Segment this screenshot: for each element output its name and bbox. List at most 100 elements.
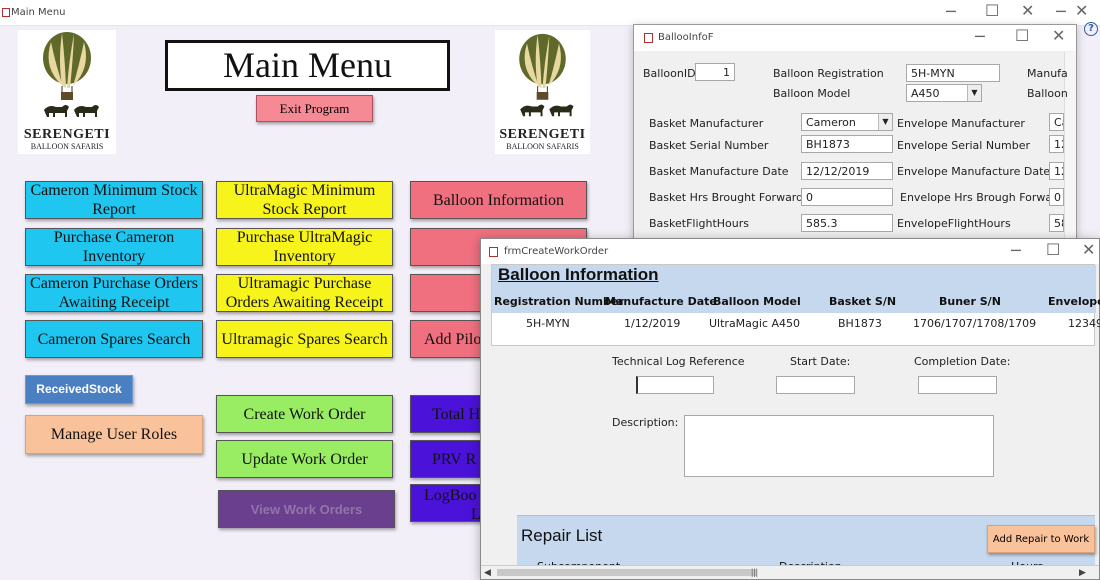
description-textarea[interactable] <box>684 415 994 477</box>
cameron-min-stock-button[interactable]: Cameron Minimum Stock Report <box>25 181 203 219</box>
balloon-label: Balloon <box>1027 87 1068 100</box>
repair-list-section: Repair List Add Repair to Work Subcompon… <box>517 515 1095 573</box>
basket-mfr-select[interactable]: Cameron ▼ <box>801 113 893 131</box>
logo-brand-text: SERENGETI <box>23 127 111 142</box>
basket-mfr-label: Basket Manufacturer <box>649 117 764 130</box>
create-work-order-window: frmCreateWorkOrder ─ ☐ ✕ Balloon Informa… <box>480 238 1100 580</box>
add-pilot-button-label: Add Pilo <box>424 330 482 348</box>
scroll-thumb[interactable] <box>497 569 757 576</box>
maximize-icon[interactable]: ☐ <box>1015 28 1029 44</box>
cell-registration: 5H-MYN <box>526 317 570 330</box>
ribbon-close-icon[interactable]: ✕ <box>1075 3 1088 19</box>
form-icon <box>644 33 653 43</box>
col-basket-sn: Basket S/N <box>829 295 897 308</box>
logo-brand-text: SERENGETI <box>499 127 586 142</box>
minimize-icon[interactable]: ─ <box>946 4 956 20</box>
prv-button-label: PRV R <box>432 450 477 468</box>
close-icon[interactable]: ✕ <box>1082 242 1095 258</box>
env-serial-field[interactable]: 12 <box>1049 135 1064 153</box>
cell-balloon-model: UltraMagic A450 <box>709 317 801 330</box>
col-burner-sn: Buner S/N <box>939 295 1001 308</box>
view-work-orders-button[interactable]: View Work Orders <box>218 490 395 528</box>
um-spares-button[interactable]: Ultramagic Spares Search <box>216 320 393 358</box>
start-date-label: Start Date: <box>790 355 851 368</box>
purchase-um-button[interactable]: Purchase UltraMagic Inventory <box>216 228 393 266</box>
balloon-info-section-title: Balloon Information <box>498 265 659 284</box>
col-envelope: Envelope <box>1048 295 1100 308</box>
cell-envelope: 12349 <box>1068 317 1100 330</box>
work-order-title: frmCreateWorkOrder <box>504 246 609 257</box>
chevron-down-icon[interactable]: ▼ <box>878 114 892 130</box>
tech-log-label: Technical Log Reference <box>612 355 745 368</box>
total-hours-button-label: Total H <box>432 405 481 423</box>
col-balloon-model: Balloon Model <box>713 295 801 308</box>
left-logo: SERENGETI BALLOON SAFARIS <box>18 30 116 154</box>
work-order-hscroll[interactable]: ◀ ||| ▶ <box>481 565 1099 579</box>
help-icon[interactable]: ? <box>1084 22 1098 36</box>
model-label: Balloon Model <box>773 87 851 100</box>
minimize-icon[interactable]: ─ <box>1011 243 1021 259</box>
app-form-icon <box>2 8 10 17</box>
basket-date-field[interactable]: 12/12/2019 <box>801 162 893 180</box>
tech-log-input[interactable] <box>636 376 714 394</box>
basket-date-label: Basket Manufacture Date <box>649 165 789 178</box>
close-icon[interactable]: ✕ <box>1052 28 1065 44</box>
balloon-information-button[interactable]: Balloon Information <box>410 181 587 219</box>
basket-flight-field[interactable]: 585.3 <box>801 214 893 232</box>
minimize-icon[interactable]: ─ <box>975 29 985 45</box>
env-hrs-field[interactable]: 0 <box>1049 188 1064 206</box>
completion-date-input[interactable] <box>918 376 997 394</box>
repair-list-title: Repair List <box>521 526 603 545</box>
manage-user-roles-button[interactable]: Manage User Roles <box>25 415 203 454</box>
basket-serial-label: Basket Serial Number <box>649 139 769 152</box>
um-min-stock-button[interactable]: UltraMagic Minimum Stock Report <box>216 181 393 219</box>
um-po-button[interactable]: Ultramagic Purchase Orders Awaiting Rece… <box>216 274 393 312</box>
add-repair-button[interactable]: Add Repair to Work <box>987 525 1095 553</box>
main-menu-heading: Main Menu <box>165 40 450 91</box>
close-icon[interactable]: ✕ <box>1021 3 1034 19</box>
env-flight-field[interactable]: 58 <box>1049 214 1064 232</box>
basket-hrs-field[interactable]: 0 <box>801 188 893 206</box>
env-date-field[interactable]: 12 <box>1049 162 1064 180</box>
balloon-id-field[interactable]: 1 <box>695 63 735 81</box>
env-serial-label: Envelope Serial Number <box>897 139 1031 152</box>
balloon-info-section: Balloon Information Registration Number … <box>491 264 1100 346</box>
received-stock-button[interactable]: ReceivedStock <box>25 375 133 404</box>
basket-hrs-label: Basket Hrs Brought Forward <box>649 191 804 204</box>
right-logo: SERENGETI BALLOON SAFARIS <box>495 30 590 154</box>
purchase-cameron-button[interactable]: Purchase Cameron Inventory <box>25 228 203 266</box>
logo-tagline-text: BALLOON SAFARIS <box>30 142 104 151</box>
chevron-down-icon[interactable]: ▼ <box>967 85 981 101</box>
update-work-order-button[interactable]: Update Work Order <box>216 440 393 478</box>
model-select[interactable]: A450 ▼ <box>906 84 982 102</box>
cameron-po-button[interactable]: Cameron Purchase Orders Awaiting Receipt <box>25 274 203 312</box>
cameron-spares-button[interactable]: Cameron Spares Search <box>25 320 203 358</box>
cell-burner-sn: 1706/1707/1708/1709 <box>913 317 1037 330</box>
work-order-title-bar: frmCreateWorkOrder ─ ☐ ✕ <box>481 239 1099 264</box>
env-flight-label: EnvelopeFlightHours <box>897 217 1011 230</box>
balloon-info-window: BallooInfoF ─ ☐ ✕ BalloonID 1 Balloon Re… <box>633 24 1077 240</box>
start-date-input[interactable] <box>776 376 855 394</box>
form-icon <box>489 247 498 257</box>
ribbon-minimize-icon[interactable]: ─ <box>1056 4 1066 20</box>
registration-field[interactable]: 5H-MYN <box>906 64 1000 82</box>
maximize-icon[interactable]: ☐ <box>985 3 999 19</box>
logo-tagline-text: BALLOON SAFARIS <box>506 142 579 151</box>
manufa-label: Manufa <box>1027 67 1068 80</box>
model-select-value: A450 <box>911 87 940 100</box>
col-manufacture-date: Manufacture Date <box>605 295 717 308</box>
balloon-id-label: BalloonID <box>643 67 696 80</box>
exit-program-button[interactable]: Exit Program <box>256 95 373 122</box>
env-mfr-label: Envelope Manufacturer <box>897 117 1025 130</box>
cell-manufacture-date: 1/12/2019 <box>624 317 681 330</box>
scroll-right-icon[interactable]: ▶ <box>1079 567 1086 578</box>
maximize-icon[interactable]: ☐ <box>1046 242 1060 258</box>
create-work-order-button[interactable]: Create Work Order <box>216 395 393 433</box>
balloon-info-vscroll[interactable] <box>1064 52 1076 240</box>
completion-date-label: Completion Date: <box>914 355 1011 368</box>
description-label: Description: <box>612 416 679 429</box>
basket-serial-field[interactable]: BH1873 <box>801 135 893 153</box>
env-mfr-field[interactable]: Ca <box>1049 113 1064 131</box>
scroll-left-icon[interactable]: ◀ <box>484 567 491 578</box>
env-hrs-label: Envelope Hrs Brough Forward <box>900 191 1064 204</box>
